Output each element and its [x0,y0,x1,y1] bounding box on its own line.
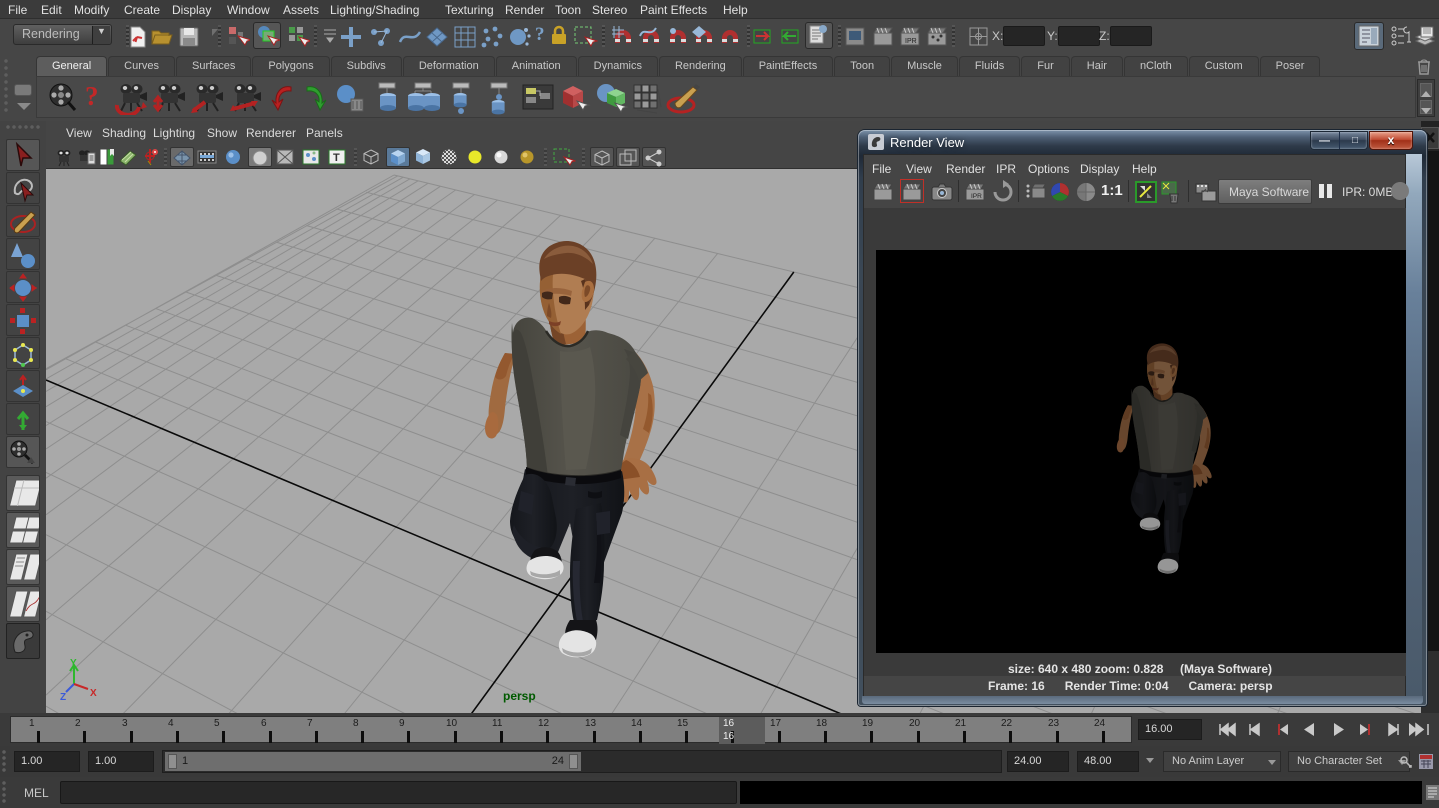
svg-text:IPR: IPR [905,38,917,45]
svg-text:X: X [90,688,97,699]
svg-text:Z: Z [60,692,66,702]
svg-text:Y: Y [70,658,77,669]
svg-text:IPR: IPR [971,193,982,200]
svg-text:T: T [333,152,340,164]
